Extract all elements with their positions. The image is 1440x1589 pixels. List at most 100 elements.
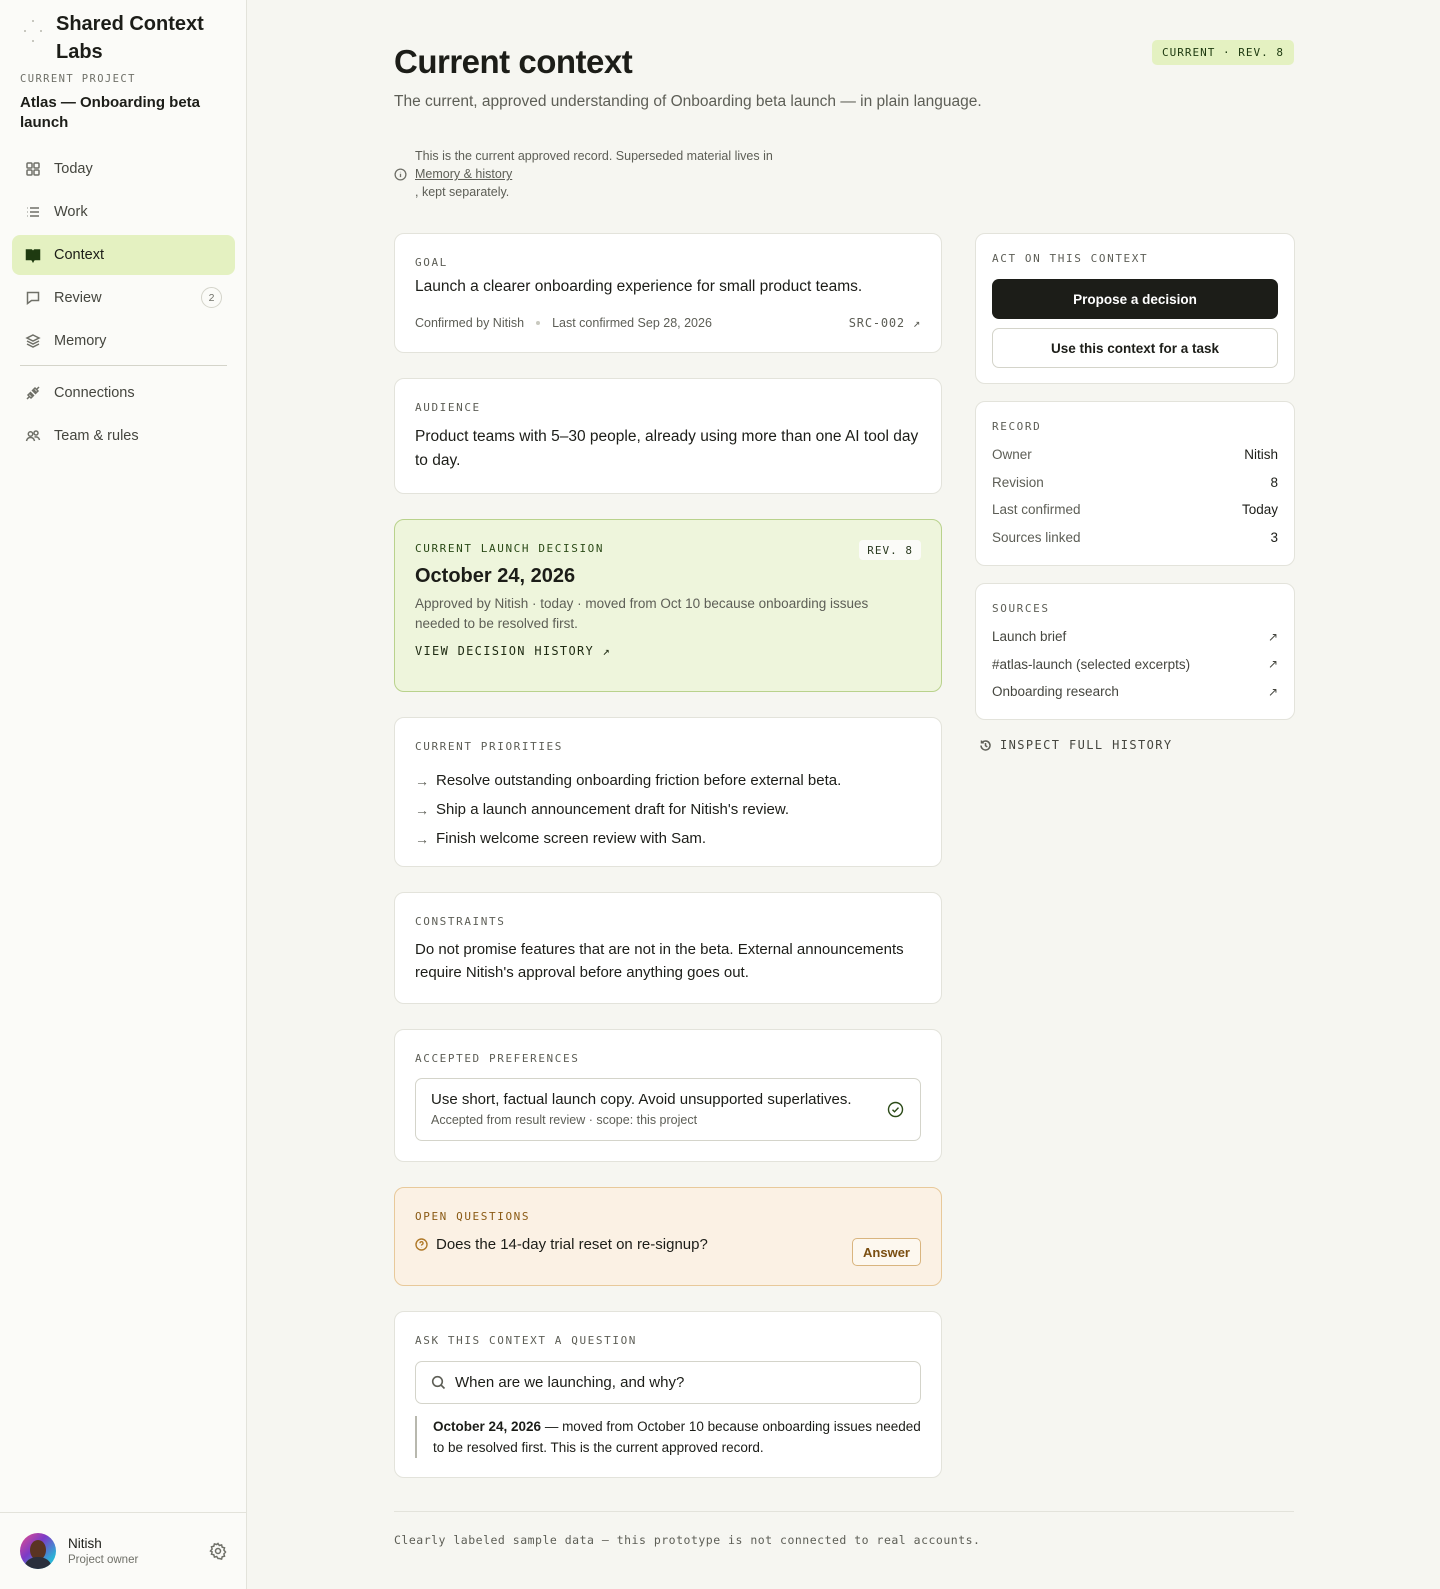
sources-card: SOURCES Launch brief ↗ #atlas-launch (sel…: [975, 583, 1295, 720]
ask-label: ASK THIS CONTEXT A QUESTION: [415, 1334, 638, 1347]
gear-icon[interactable]: [209, 1542, 227, 1560]
sidebar-item-label: Work: [54, 204, 88, 220]
record-key: Last confirmed: [992, 502, 1081, 518]
preference-item[interactable]: Use short, factual launch copy. Avoid un…: [415, 1078, 921, 1141]
list-item: → Finish welcome screen review with Sam.: [415, 824, 921, 853]
review-icon: [26, 291, 40, 305]
record-row: Revision 8: [992, 469, 1278, 497]
source-name: #atlas-launch (selected excerpts): [992, 656, 1191, 672]
view-decision-history-link[interactable]: VIEW DECISION HISTORY ↗: [415, 644, 611, 658]
sidebar-item-context[interactable]: Context: [12, 235, 235, 275]
list-item: → Resolve outstanding onboarding friction…: [415, 766, 921, 795]
user-profile[interactable]: Nitish Project owner: [0, 1512, 247, 1589]
decision-date: October 24, 2026: [415, 565, 576, 587]
external-link-icon: ↗: [1267, 657, 1278, 672]
audience-text: Product teams with 5–30 people, already …: [415, 428, 919, 469]
plug-icon: [26, 386, 40, 400]
ask-answer: October 24, 2026 — moved from October 10…: [415, 1416, 921, 1458]
record-value: Nitish: [1244, 447, 1278, 463]
use-context-button[interactable]: Use this context for a task: [992, 328, 1278, 368]
record-value: Today: [1241, 502, 1278, 518]
sidebar-nav: Today Work Context Review 2 Memory Conne…: [12, 149, 235, 459]
notice-text-before: This is the current approved record. Sup…: [415, 149, 773, 163]
goal-label: GOAL: [415, 256, 448, 269]
source-link[interactable]: Onboarding research ↗: [992, 678, 1278, 706]
launch-decision-card: CURRENT LAUNCH DECISION REV. 8 October 2…: [394, 519, 942, 692]
info-icon: [394, 167, 407, 181]
preferences-label: ACCEPTED PREFERENCES: [415, 1052, 580, 1065]
list-icon: [27, 207, 39, 217]
external-link-icon: ↗: [1267, 629, 1278, 644]
arrow-right-icon: →: [415, 772, 429, 789]
record-key: Revision: [992, 474, 1044, 490]
inspect-history-link[interactable]: INSPECT FULL HISTORY: [975, 738, 1295, 752]
act-label: ACT ON THIS CONTEXT: [992, 252, 1149, 265]
record-notice: This is the current approved record. Sup…: [394, 147, 773, 201]
goal-text: Launch a clearer onboarding experience f…: [415, 278, 863, 295]
check-circle-icon: [887, 1101, 904, 1118]
sidebar-item-label: Memory: [54, 333, 107, 349]
audience-card: AUDIENCE Product teams with 5–30 people,…: [394, 378, 942, 494]
sidebar-item-work[interactable]: Work: [12, 192, 235, 232]
project-name[interactable]: Atlas — Onboarding beta launch: [20, 93, 220, 133]
preference-meta: Accepted from result review · scope: thi…: [431, 1113, 698, 1127]
sidebar-item-review[interactable]: Review 2: [12, 278, 235, 318]
layers-icon: [25, 334, 41, 348]
context-sidebar: ACT ON THIS CONTEXT Propose a decision U…: [975, 233, 1295, 752]
decision-label: CURRENT LAUNCH DECISION: [415, 542, 605, 555]
sidebar-item-team[interactable]: Team & rules: [12, 416, 235, 456]
goal-confirmed-by: Confirmed by Nitish: [415, 316, 525, 330]
book-icon: [25, 249, 41, 263]
record-row: Sources linked 3: [992, 524, 1278, 552]
record-label: RECORD: [992, 420, 1042, 433]
footer-note: Clearly labeled sample data — this proto…: [394, 1533, 981, 1547]
record-key: Owner: [992, 447, 1032, 463]
sidebar-item-label: Context: [54, 247, 104, 263]
source-name: Launch brief: [992, 629, 1067, 645]
source-link[interactable]: #atlas-launch (selected excerpts) ↗: [992, 651, 1278, 679]
user-role: Project owner: [68, 1554, 139, 1566]
question-icon: [415, 1238, 428, 1251]
sidebar-item-label: Today: [54, 161, 93, 177]
constraints-label: CONSTRAINTS: [415, 915, 506, 928]
sidebar-item-memory[interactable]: Memory: [12, 321, 235, 361]
record-row: Last confirmed Today: [992, 496, 1278, 524]
list-item: → Ship a launch announcement draft for Ni…: [415, 795, 921, 824]
page-title: Current context: [394, 43, 633, 80]
open-questions-card: OPEN QUESTIONS Does the 14-day trial res…: [394, 1187, 942, 1286]
priority-text: Resolve outstanding onboarding friction …: [436, 772, 842, 789]
constraints-card: CONSTRAINTS Do not promise features that…: [394, 892, 942, 1004]
brand[interactable]: Shared Context Labs: [20, 10, 216, 66]
avatar: [20, 1533, 56, 1569]
decision-note: Approved by Nitish · today · moved from …: [415, 596, 869, 631]
sidebar-item-connections[interactable]: Connections: [12, 373, 235, 413]
search-icon: [431, 1375, 446, 1390]
sidebar-item-label: Connections: [54, 385, 135, 401]
goal-last-confirmed: Last confirmed Sep 28, 2026: [552, 316, 712, 330]
brand-logo-icon: [20, 16, 48, 56]
source-link[interactable]: Launch brief ↗: [992, 623, 1278, 651]
history-icon: [980, 739, 991, 751]
ask-query-value: When are we launching, and why?: [455, 1374, 685, 1391]
memory-history-link[interactable]: Memory & history: [415, 165, 773, 183]
priority-text: Ship a launch announcement draft for Nit…: [436, 801, 790, 818]
arrow-right-icon: →: [415, 801, 429, 818]
sidebar-item-label: Team & rules: [54, 428, 139, 444]
act-card: ACT ON THIS CONTEXT Propose a decision U…: [975, 233, 1295, 384]
propose-decision-button[interactable]: Propose a decision: [992, 279, 1278, 319]
preference-title: Use short, factual launch copy. Avoid un…: [431, 1091, 852, 1108]
constraints-text: Do not promise features that are not in …: [415, 941, 904, 981]
brand-name: Shared Context Labs: [56, 13, 204, 63]
context-sections: GOAL Launch a clearer onboarding experie…: [394, 233, 942, 1503]
sidebar-item-today[interactable]: Today: [12, 149, 235, 189]
ask-question-input[interactable]: When are we launching, and why?: [415, 1361, 921, 1404]
ask-context-card: ASK THIS CONTEXT A QUESTION When are we …: [394, 1311, 942, 1478]
review-count-badge: 2: [201, 287, 222, 308]
nav-divider: [20, 365, 227, 366]
user-name: Nitish: [68, 1536, 102, 1551]
answer-button[interactable]: Answer: [852, 1238, 921, 1266]
audience-label: AUDIENCE: [415, 401, 481, 414]
grid-icon: [26, 162, 40, 176]
record-key: Sources linked: [992, 529, 1081, 545]
goal-source-link[interactable]: SRC-002 ↗: [849, 316, 921, 330]
